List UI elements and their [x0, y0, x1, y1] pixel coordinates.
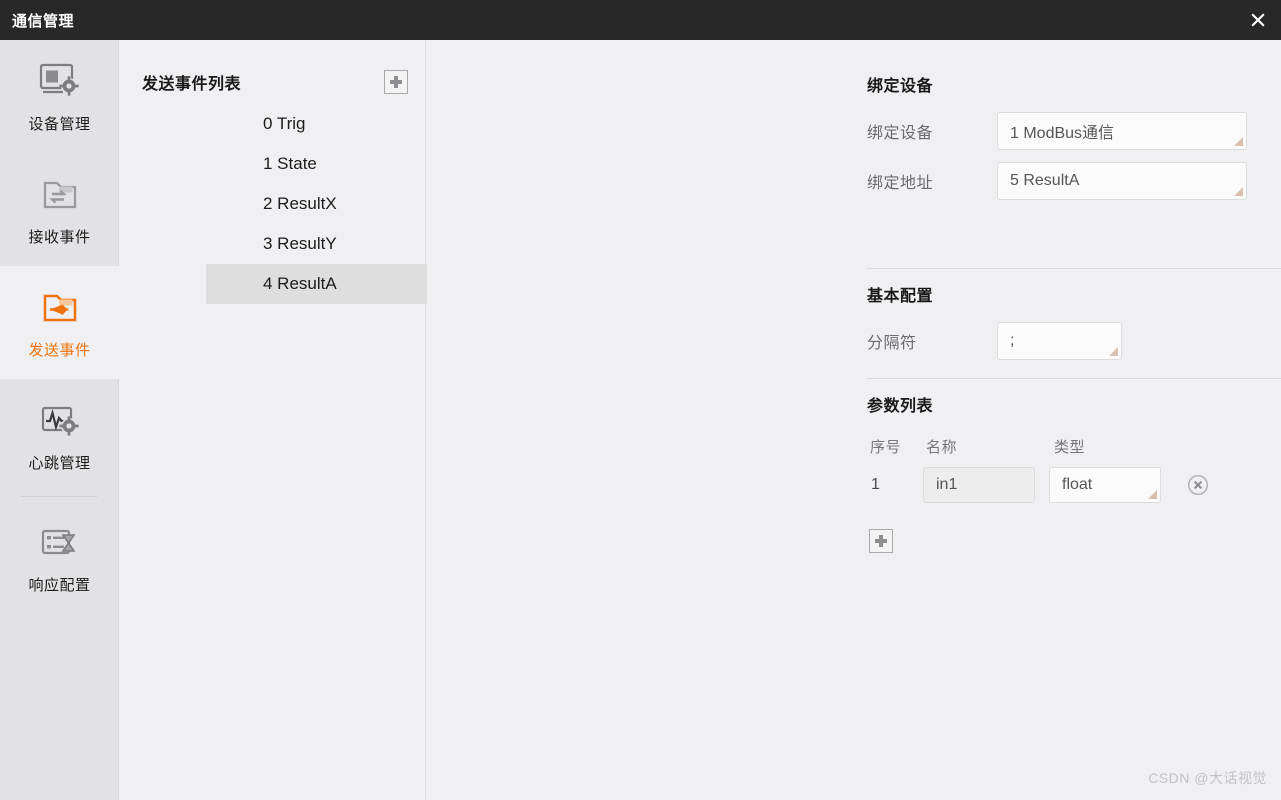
sidebar-item-response-config[interactable]: 响应配置: [0, 501, 119, 614]
section-title-bind-device: 绑定设备: [867, 78, 934, 95]
resize-grip-icon: [1148, 490, 1157, 499]
parameter-type-combobox[interactable]: float: [1049, 467, 1161, 503]
parameter-type-value: float: [1062, 476, 1093, 493]
communication-manager-window: 通信管理 设备管理 接收事件 发送事件 心跳管理 响应配置 发送事件列表 0 T…: [0, 0, 1281, 800]
send-event-list-panel: 发送事件列表 0 Trig 1 State 2 ResultX 3 Result…: [120, 40, 474, 800]
section-title-parameter-list: 参数列表: [867, 398, 934, 415]
separator-field-row: 分隔符 ;: [867, 322, 1267, 360]
sidebar-item-label: 接收事件: [28, 229, 91, 246]
plus-icon: [875, 535, 887, 547]
parameter-index: 1: [871, 476, 880, 493]
close-window-button[interactable]: [1235, 0, 1281, 40]
sidebar-item-heartbeat-management[interactable]: 心跳管理: [0, 379, 119, 492]
sidebar-nav: 设备管理 接收事件 发送事件 心跳管理 响应配置: [0, 40, 119, 800]
circle-x-icon: [1187, 474, 1209, 496]
add-parameter-button[interactable]: [869, 529, 893, 553]
bind-device-value: 1 ModBus通信: [1010, 125, 1115, 142]
parameter-name-input[interactable]: in1: [923, 467, 1035, 503]
sidebar-item-label: 发送事件: [28, 342, 91, 359]
sidebar-item-label: 设备管理: [28, 116, 91, 133]
table-row: 1 in1 float: [867, 465, 1267, 505]
separator-value: ;: [1010, 332, 1015, 349]
sidebar-item-send-events[interactable]: 发送事件: [0, 266, 119, 379]
sidebar-item-receive-events[interactable]: 接收事件: [0, 153, 119, 266]
window-title: 通信管理: [12, 12, 75, 30]
column-header-name: 名称: [926, 439, 958, 456]
resize-grip-icon: [1234, 187, 1243, 196]
bind-device-combobox[interactable]: 1 ModBus通信: [997, 112, 1247, 150]
bind-device-field-row: 绑定设备 1 ModBus通信: [867, 112, 1267, 150]
folder-out-icon: [38, 285, 82, 331]
section-title-basic-config: 基本配置: [867, 288, 934, 305]
window-titlebar: 通信管理: [0, 0, 1281, 40]
parameter-table-header: 序号 名称 类型: [867, 436, 1267, 457]
sidebar-item-label: 心跳管理: [28, 455, 91, 472]
send-event-list-title: 发送事件列表: [142, 76, 242, 93]
separator-label: 分隔符: [867, 335, 917, 352]
section-divider: [867, 378, 1281, 379]
column-header-index: 序号: [870, 439, 902, 456]
folder-in-icon: [38, 172, 82, 218]
bind-address-value: 5 ResultA: [1010, 172, 1080, 189]
parameter-list-section: 参数列表 序号 名称 类型 1 in1 float: [867, 392, 1267, 553]
bind-device-label: 绑定设备: [867, 125, 934, 142]
close-icon: [1251, 13, 1265, 27]
resize-grip-icon: [1234, 137, 1243, 146]
sidebar-item-label: 响应配置: [28, 577, 91, 594]
basic-config-section: 基本配置 分隔符 ;: [867, 282, 1267, 360]
bind-device-section: 绑定设备 绑定设备 1 ModBus通信 绑定地址 5 ResultA: [867, 72, 1267, 212]
section-divider: [867, 268, 1281, 269]
sidebar-item-device-management[interactable]: 设备管理: [0, 40, 119, 153]
bind-address-combobox[interactable]: 5 ResultA: [997, 162, 1247, 200]
list-hourglass-icon: [38, 520, 82, 566]
add-event-button[interactable]: [384, 70, 408, 94]
resize-grip-icon: [1109, 347, 1118, 356]
watermark: CSDN @大话视觉: [1148, 770, 1267, 786]
delete-parameter-button[interactable]: [1187, 474, 1209, 496]
separator-combobox[interactable]: ;: [997, 322, 1122, 360]
pulse-gear-icon: [38, 398, 82, 444]
column-header-type: 类型: [1054, 439, 1086, 456]
monitor-gear-icon: [38, 59, 82, 105]
parameter-name-value: in1: [936, 476, 958, 493]
bind-address-field-row: 绑定地址 5 ResultA: [867, 162, 1267, 200]
event-detail-panel: 绑定设备 绑定设备 1 ModBus通信 绑定地址 5 ResultA 基本配置: [427, 40, 1281, 800]
sidebar-divider: [21, 496, 97, 497]
bind-address-label: 绑定地址: [867, 175, 934, 192]
send-event-list-header: 发送事件列表: [142, 68, 408, 96]
plus-icon: [390, 76, 402, 88]
